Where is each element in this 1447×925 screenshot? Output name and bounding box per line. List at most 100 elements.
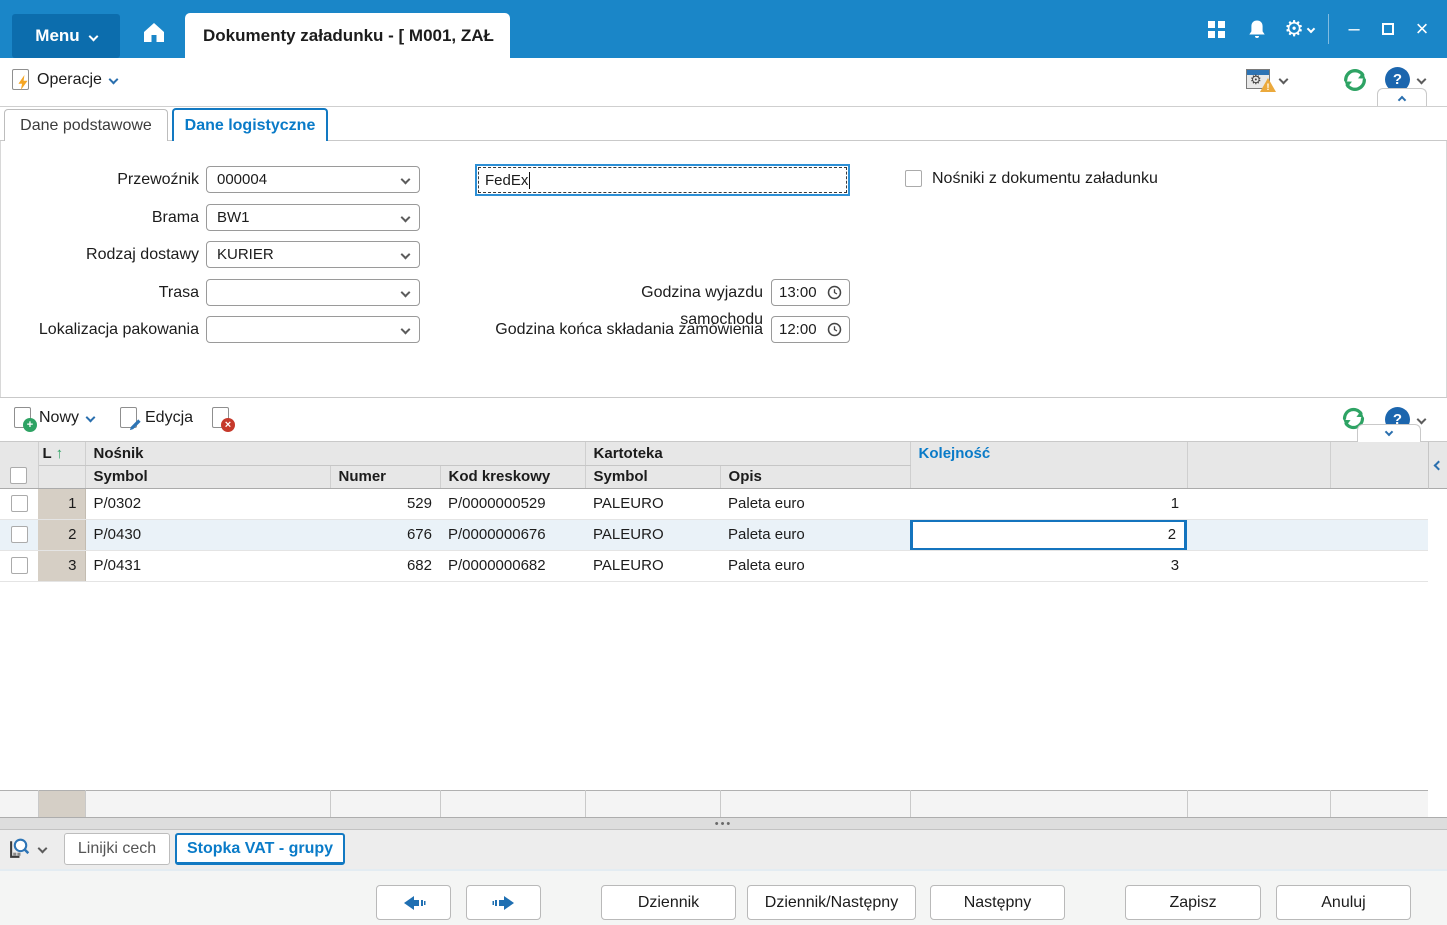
- cancel-button[interactable]: Anuluj: [1276, 885, 1411, 920]
- settings-button[interactable]: ⚙: [1278, 18, 1320, 40]
- cell-kartoteka-symbol[interactable]: PALEURO: [585, 550, 720, 581]
- gate-select[interactable]: BW1: [206, 204, 420, 231]
- cell-kod-kreskowy[interactable]: P/0000000682: [440, 550, 585, 581]
- col-group-kartoteka[interactable]: Kartoteka: [585, 442, 910, 465]
- cell-numer[interactable]: 676: [330, 519, 440, 550]
- edit-document-icon: [120, 407, 137, 428]
- row-checkbox[interactable]: [11, 526, 28, 543]
- tab-label: Dane podstawowe: [20, 117, 152, 135]
- search-chart-icon: [8, 836, 33, 861]
- cell-kartoteka-symbol[interactable]: PALEURO: [585, 519, 720, 550]
- cell-kod-kreskowy[interactable]: P/0000000676: [440, 519, 585, 550]
- gate-value: BW1: [217, 209, 250, 226]
- table-row-selected[interactable]: 2 P/0430 676 P/0000000676 PALEURO Paleta…: [0, 519, 1428, 550]
- cell-symbol[interactable]: P/0431: [85, 550, 330, 581]
- home-button[interactable]: [138, 16, 170, 48]
- packing-location-label: Lokalizacja pakowania: [1, 316, 199, 343]
- tab-stopka-vat-grupy[interactable]: Stopka VAT - grupy: [175, 833, 345, 865]
- carriers-from-document-checkbox[interactable]: [905, 170, 922, 187]
- bottom-tab-strip: Linijki cech Stopka VAT - grupy: [0, 830, 1447, 869]
- route-select[interactable]: [206, 279, 420, 306]
- table-row[interactable]: 1 P/0302 529 P/0000000529 PALEURO Paleta…: [0, 488, 1428, 519]
- save-button[interactable]: Zapisz: [1125, 885, 1261, 920]
- main-tab-strip: Dane podstawowe Dane logistyczne: [0, 107, 1447, 141]
- col-lp[interactable]: L ↑: [38, 442, 85, 465]
- cell-kolejnosc[interactable]: 1: [910, 488, 1187, 519]
- maximize-button[interactable]: [1371, 18, 1405, 41]
- cell-opis[interactable]: Paleta euro: [720, 550, 910, 581]
- refresh-button[interactable]: [1341, 66, 1369, 99]
- carrier-name-input[interactable]: FedEx: [475, 164, 850, 196]
- operations-menu-button[interactable]: Operacje: [12, 69, 117, 90]
- cell-opis[interactable]: Paleta euro: [720, 519, 910, 550]
- minimize-button[interactable]: –: [1337, 18, 1371, 41]
- order-deadline-input[interactable]: 12:00: [771, 316, 850, 343]
- col-kod-kreskowy[interactable]: Kod kreskowy: [440, 465, 585, 488]
- menu-button[interactable]: Menu: [12, 14, 120, 58]
- table-row[interactable]: 3 P/0431 682 P/0000000682 PALEURO Paleta…: [0, 550, 1428, 581]
- cell-empty: [1187, 488, 1330, 519]
- row-number: 3: [38, 550, 85, 581]
- window-settings-button[interactable]: ⚙ !: [1246, 69, 1287, 89]
- next-button[interactable]: Następny: [930, 885, 1065, 920]
- delivery-type-select[interactable]: KURIER: [206, 241, 420, 268]
- packing-location-select[interactable]: [206, 316, 420, 343]
- journal-next-button[interactable]: Dziennik/Następny: [747, 885, 916, 920]
- col-kolejnosc[interactable]: Kolejność: [910, 442, 1187, 488]
- cell-symbol[interactable]: P/0430: [85, 519, 330, 550]
- collapse-panel-button[interactable]: [1377, 88, 1427, 106]
- header-row-groups: L ↑ Nośnik Kartoteka Kolejność: [0, 442, 1428, 465]
- lookup-button[interactable]: [8, 836, 46, 861]
- document-tab-title: Dokumenty załadunku - [ M001, ZAŁ: [203, 26, 494, 46]
- apps-grid-button[interactable]: [1196, 21, 1236, 38]
- tab-dane-logistyczne[interactable]: Dane logistyczne: [172, 108, 328, 141]
- chevron-down-icon: [401, 213, 411, 223]
- chevron-down-icon: [401, 175, 411, 185]
- cell-kolejnosc[interactable]: 3: [910, 550, 1187, 581]
- horizontal-splitter[interactable]: •••: [0, 817, 1447, 830]
- select-all-cell: [0, 442, 38, 488]
- delete-row-button[interactable]: ×: [212, 407, 229, 428]
- col-symbol[interactable]: Symbol: [85, 465, 330, 488]
- warning-icon: !: [1260, 78, 1276, 92]
- menu-label: Menu: [35, 26, 79, 46]
- col-numer[interactable]: Numer: [330, 465, 440, 488]
- carriers-from-document-label: Nośniki z dokumentu załadunku: [932, 170, 1158, 188]
- col-group-nosnik[interactable]: Nośnik: [85, 442, 585, 465]
- next-record-button[interactable]: [466, 885, 541, 920]
- col-kartoteka-symbol[interactable]: Symbol: [585, 465, 720, 488]
- cell-symbol[interactable]: P/0302: [85, 488, 330, 519]
- col-opis[interactable]: Opis: [720, 465, 910, 488]
- cell-kod-kreskowy[interactable]: P/0000000529: [440, 488, 585, 519]
- chevron-down-icon: [1385, 428, 1393, 436]
- row-checkbox[interactable]: [11, 557, 28, 574]
- document-tab[interactable]: Dokumenty załadunku - [ M001, ZAŁ: [185, 13, 510, 58]
- cell-numer[interactable]: 682: [330, 550, 440, 581]
- cell-numer[interactable]: 529: [330, 488, 440, 519]
- chevron-down-icon: [1279, 74, 1289, 84]
- new-document-icon: +: [14, 407, 31, 428]
- tab-dane-podstawowe[interactable]: Dane podstawowe: [4, 109, 168, 141]
- journal-button[interactable]: Dziennik: [601, 885, 736, 920]
- cell-kolejnosc-editing[interactable]: 2: [910, 519, 1187, 550]
- new-row-button[interactable]: + Nowy: [14, 407, 94, 428]
- collapse-columns-button[interactable]: [1428, 442, 1447, 489]
- carrier-select[interactable]: 000004: [206, 166, 420, 193]
- tab-label: Linijki cech: [78, 840, 156, 858]
- grid-toolbar: + Nowy Edycja ×: [0, 398, 1447, 442]
- previous-record-button[interactable]: [376, 885, 451, 920]
- edit-row-button[interactable]: Edycja: [120, 407, 193, 428]
- tab-linijki-cech[interactable]: Linijki cech: [64, 833, 170, 865]
- button-label: Zapisz: [1169, 894, 1216, 912]
- notifications-button[interactable]: [1236, 19, 1278, 40]
- kolejnosc-edit-input[interactable]: 2: [910, 519, 1187, 550]
- chevron-down-icon: [1417, 75, 1427, 85]
- home-icon: [142, 21, 166, 43]
- select-all-checkbox[interactable]: [10, 467, 27, 484]
- departure-time-input[interactable]: 13:00: [771, 279, 850, 306]
- cell-opis[interactable]: Paleta euro: [720, 488, 910, 519]
- cell-kartoteka-symbol[interactable]: PALEURO: [585, 488, 720, 519]
- close-button[interactable]: ×: [1405, 16, 1439, 42]
- expand-panel-button[interactable]: [1357, 424, 1421, 442]
- row-checkbox[interactable]: [11, 495, 28, 512]
